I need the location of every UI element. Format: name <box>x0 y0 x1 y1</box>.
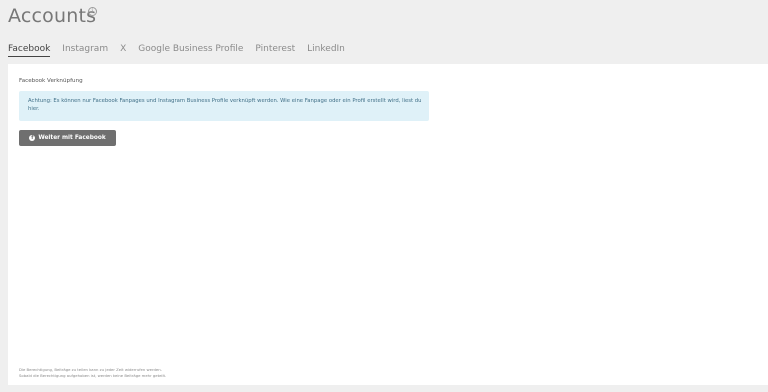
continue-with-facebook-button[interactable]: f Weiter mit Facebook <box>19 130 116 146</box>
info-alert: Achtung: Es können nur Facebook Fanpages… <box>19 91 429 121</box>
alert-text: Achtung: Es können nur Facebook Fanpages… <box>28 98 422 112</box>
tab-instagram[interactable]: Instagram <box>62 43 108 55</box>
account-tabs: Facebook Instagram X Google Business Pro… <box>8 43 357 57</box>
section-label: Facebook Verknüpfung <box>19 78 83 84</box>
tab-linkedin[interactable]: LinkedIn <box>307 43 345 55</box>
tab-pinterest[interactable]: Pinterest <box>255 43 295 55</box>
info-icon[interactable]: i <box>88 7 97 16</box>
tab-x[interactable]: X <box>120 43 126 55</box>
permission-note: Die Berechtigung, Beiträge zu teilen kan… <box>19 367 166 379</box>
facebook-icon: f <box>29 135 36 141</box>
page-header: Accounts i Facebook Instagram X Google B… <box>0 0 768 64</box>
facebook-panel: Facebook Verknüpfung Achtung: Es können … <box>8 64 768 385</box>
permission-note-line2: Sobald die Berechtigung aufgehoben ist, … <box>19 373 167 378</box>
continue-with-facebook-label: Weiter mit Facebook <box>38 135 106 141</box>
page-title: Accounts <box>8 5 97 27</box>
tab-facebook[interactable]: Facebook <box>8 43 51 57</box>
tab-google-business-profile[interactable]: Google Business Profile <box>138 43 243 55</box>
